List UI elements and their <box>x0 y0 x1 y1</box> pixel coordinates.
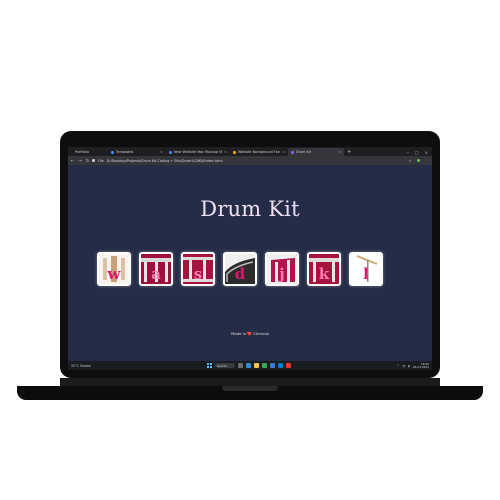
drum-button-d[interactable]: d <box>223 252 257 286</box>
page-title: Drum Kit <box>200 197 300 221</box>
tab-label: Drum Kit <box>296 150 312 154</box>
laptop-notch <box>222 386 278 391</box>
tab-label: Templates <box>116 150 134 154</box>
tab-label: Website Background Font Image <box>238 150 280 154</box>
page-footer: Made in ❤️ Chennai <box>231 331 269 336</box>
drum-key-label: j <box>279 265 285 283</box>
favicon-icon <box>233 150 236 154</box>
forward-icon[interactable]: → <box>78 158 81 163</box>
windows-taskbar: 31°C Smoke Search ^ ◔ ◖ 18:45 26-03-2025 <box>68 361 432 370</box>
close-icon[interactable]: × <box>338 150 341 154</box>
drum-button-a[interactable]: a <box>139 252 173 286</box>
speaker-icon[interactable]: ◖ <box>408 364 410 368</box>
drum-key-label: l <box>363 265 369 283</box>
tab-background[interactable]: Website Background Font Image × <box>230 148 288 156</box>
tab-label: Portfolio <box>75 150 89 154</box>
taskbar-apps: Search <box>207 363 291 368</box>
drum-button-s[interactable]: s <box>181 252 215 286</box>
chrome-icon[interactable] <box>262 363 267 368</box>
tab-templates[interactable]: Templates × <box>108 148 166 156</box>
drum-key-label: k <box>318 265 330 283</box>
back-icon[interactable]: ← <box>71 158 74 163</box>
tab-label: New Website Mac Mockup Vintage <box>174 150 222 154</box>
close-icon[interactable]: × <box>224 150 227 154</box>
system-tray: ^ ◔ ◖ 18:45 26-03-2025 <box>397 362 432 369</box>
nav-buttons: ← → ↻ <box>68 158 89 163</box>
weather-widget[interactable]: 31°C Smoke <box>68 364 161 368</box>
windows-start-icon[interactable] <box>207 363 212 368</box>
close-icon[interactable]: × <box>282 150 285 154</box>
url-text: D:/Desktop/Projects/Drum Kit Coding + Si… <box>106 158 223 163</box>
vscode-icon[interactable] <box>278 363 283 368</box>
taskbar-search[interactable]: Search <box>215 363 235 368</box>
chevron-up-icon[interactable]: ^ <box>397 364 400 368</box>
drum-button-j[interactable]: j <box>265 252 299 286</box>
drum-key-label: d <box>234 265 246 283</box>
close-window-icon[interactable]: × <box>425 150 428 155</box>
browser-tabbar: Portfolio Templates × New Website Mac Mo… <box>68 147 432 156</box>
menu-icon[interactable]: ⋮ <box>425 159 428 163</box>
clock-date: 26-03-2025 <box>412 364 429 369</box>
favicon-icon <box>291 150 294 154</box>
laptop-screen: Portfolio Templates × New Website Mac Mo… <box>68 147 432 370</box>
star-icon[interactable]: ☆ <box>409 159 412 163</box>
minimize-icon[interactable]: – <box>407 150 409 155</box>
wifi-icon[interactable]: ◔ <box>402 364 405 368</box>
url-field[interactable]: File D:/Desktop/Projects/Drum Kit Coding… <box>92 159 223 163</box>
tab-mockup[interactable]: New Website Mac Mockup Vintage × <box>166 148 230 156</box>
brave-icon[interactable] <box>286 363 291 368</box>
tab-drum-kit[interactable]: Drum Kit × <box>288 148 344 156</box>
file-explorer-icon[interactable] <box>254 363 259 368</box>
extension-icon[interactable] <box>416 159 420 162</box>
browser-addressbar: ← → ↻ File D:/Desktop/Projects/Drum Kit … <box>68 156 432 165</box>
laptop-hinge <box>60 378 440 386</box>
maximize-icon[interactable]: □ <box>415 150 419 155</box>
drum-button-l[interactable]: l <box>349 252 383 286</box>
taskbar-clock[interactable]: 18:45 26-03-2025 <box>412 362 429 369</box>
drum-button-w[interactable]: w <box>97 252 131 286</box>
drum-key-label: w <box>107 265 121 283</box>
drum-button-k[interactable]: k <box>307 252 341 286</box>
info-icon[interactable] <box>92 159 96 162</box>
drum-key-label: s <box>193 265 203 283</box>
favicon-icon <box>111 150 114 154</box>
task-view-icon[interactable] <box>238 363 243 368</box>
tab-portfolio[interactable]: Portfolio <box>68 148 108 156</box>
edge-icon[interactable] <box>246 363 251 368</box>
new-tab-button[interactable]: + <box>344 148 354 156</box>
drum-key-label: a <box>151 265 161 283</box>
close-icon[interactable]: × <box>160 150 163 154</box>
page-content: Drum Kit w a s d j k l Made in ❤️ Chenna… <box>68 165 432 361</box>
reload-icon[interactable]: ↻ <box>86 158 89 163</box>
store-icon[interactable] <box>270 363 275 368</box>
favicon-icon <box>169 150 172 154</box>
window-controls: – □ × <box>407 148 432 156</box>
drum-set: w a s d j k l <box>97 252 383 286</box>
toolbar-icons: ☆ ⋮ <box>409 159 432 163</box>
url-scheme: File <box>98 158 104 163</box>
